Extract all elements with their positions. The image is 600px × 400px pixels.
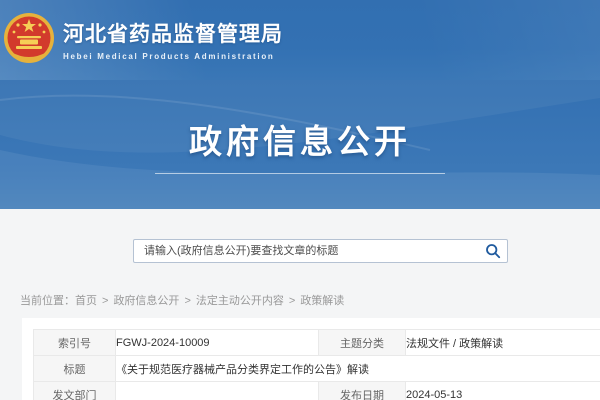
breadcrumb-item-gov-info[interactable]: 政府信息公开	[113, 295, 179, 307]
table-row: 发文部门 发布日期 2024-05-13	[34, 382, 600, 400]
breadcrumb: 当前位置：首页 > 政府信息公开 > 法定主动公开内容 > 政策解读	[20, 292, 344, 308]
banner-underline	[155, 173, 445, 174]
publish-date-label: 发布日期	[319, 382, 406, 400]
issuing-department-label: 发文部门	[34, 382, 116, 400]
table-row: 索引号 FGWJ-2024-10009 主题分类 法规文件 / 政策解读	[34, 330, 600, 356]
china-national-emblem-icon	[3, 10, 57, 66]
index-number-label: 索引号	[34, 330, 116, 356]
doc-title-label: 标题	[34, 356, 116, 382]
site-header: 河北省药品监督管理局 Hebei Medical Products Admini…	[0, 0, 600, 80]
publish-date-value: 2024-05-13	[406, 382, 600, 400]
breadcrumb-separator: >	[102, 295, 108, 307]
org-name-zh: 河北省药品监督管理局	[63, 18, 283, 48]
brand-text: 河北省药品监督管理局 Hebei Medical Products Admini…	[63, 16, 283, 61]
breadcrumb-label: 当前位置：	[20, 295, 75, 307]
page-banner: 政府信息公开	[0, 80, 600, 209]
org-name-en: Hebei Medical Products Administration	[63, 52, 283, 61]
breadcrumb-item-statutory-disclosure[interactable]: 法定主动公开内容	[196, 295, 284, 307]
search-input[interactable]	[133, 239, 508, 263]
topic-category-label: 主题分类	[319, 330, 406, 356]
search-icon	[485, 243, 501, 259]
site-logo-link[interactable]: 河北省药品监督管理局 Hebei Medical Products Admini…	[3, 10, 283, 66]
breadcrumb-item-policy-interpretation: 政策解读	[300, 295, 344, 307]
topic-category-value: 法规文件 / 政策解读	[406, 330, 600, 356]
issuing-department-value	[116, 382, 319, 400]
breadcrumb-item-home[interactable]: 首页	[75, 295, 97, 307]
index-number-value: FGWJ-2024-10009	[116, 330, 319, 356]
document-metadata-table: 索引号 FGWJ-2024-10009 主题分类 法规文件 / 政策解读 标题 …	[33, 329, 600, 400]
search-bar	[133, 239, 508, 263]
breadcrumb-separator: >	[184, 295, 190, 307]
search-button[interactable]	[485, 243, 501, 259]
table-row: 标题 《关于规范医疗器械产品分类界定工作的公告》解读	[34, 356, 600, 382]
doc-title-value: 《关于规范医疗器械产品分类界定工作的公告》解读	[116, 356, 600, 382]
document-card: 索引号 FGWJ-2024-10009 主题分类 法规文件 / 政策解读 标题 …	[22, 318, 600, 400]
content-section: 当前位置：首页 > 政府信息公开 > 法定主动公开内容 > 政策解读 索引号 FGWJ-20…	[0, 209, 600, 400]
breadcrumb-separator: >	[289, 295, 295, 307]
page-title: 政府信息公开	[189, 115, 411, 163]
